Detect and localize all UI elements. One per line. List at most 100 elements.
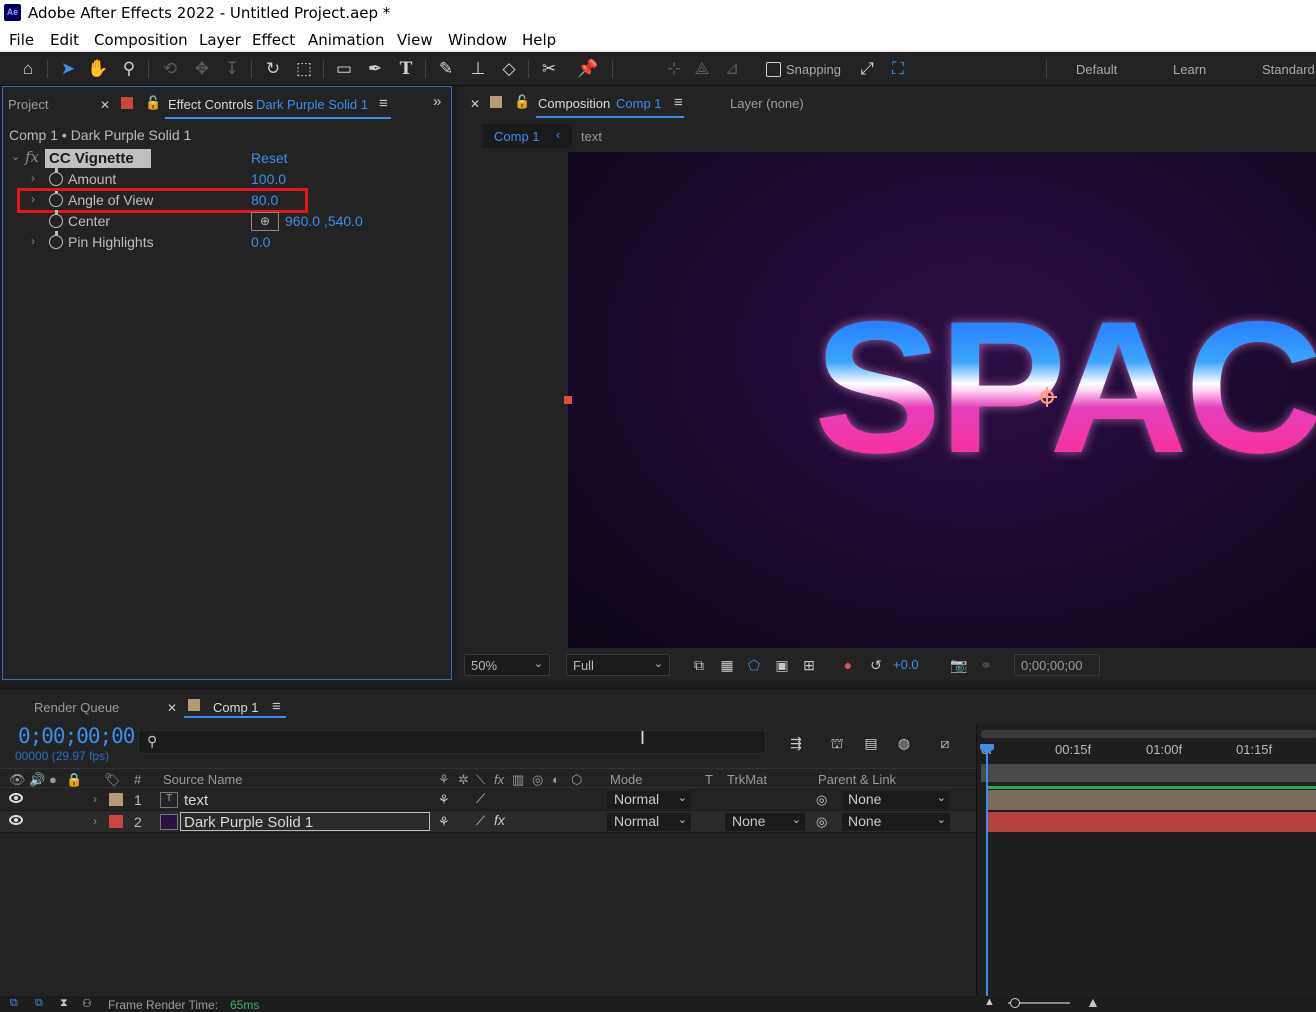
home-icon[interactable]: ⌂ (16, 58, 40, 80)
menu-view[interactable]: View (397, 31, 433, 49)
lock-icon[interactable]: 🔓 (145, 95, 161, 111)
layer-row[interactable]: › 1 T text ⚘ ⟋ Normal ⌄ ◎ None ⌄ (0, 789, 976, 811)
snapping-checkbox[interactable] (766, 62, 781, 77)
time-navigator[interactable] (981, 730, 1316, 738)
show-snapshot-icon[interactable]: ⚭ (977, 656, 995, 674)
collapse-switch-icon[interactable]: ✲ (458, 772, 469, 788)
zoom-tool-icon[interactable]: ⚲ (117, 58, 141, 80)
layer-switches-toggle-icon[interactable]: ⧉ (10, 997, 18, 1010)
time-graph[interactable]: 0f 00:15f 01:00f 01:15f (976, 724, 1316, 996)
column-source-name[interactable]: Source Name (163, 772, 242, 787)
panel-menu-icon[interactable]: ≡ (272, 698, 281, 715)
transfer-controls-toggle-icon[interactable]: ⧉ (35, 997, 43, 1010)
snap-features-icon[interactable]: ⛶ (886, 58, 910, 80)
panel-menu-icon[interactable]: ≡ (379, 95, 388, 112)
current-time-display[interactable]: 0;00;00;00 (1014, 654, 1100, 676)
tab-render-queue[interactable]: Render Queue (34, 700, 119, 715)
color-channels-icon[interactable]: ● (839, 656, 857, 674)
pen-tool-icon[interactable]: ✒ (363, 58, 387, 80)
workspace-default[interactable]: Default (1076, 62, 1117, 77)
layer-duration-bar-solid[interactable] (987, 812, 1316, 832)
frame-blend-switch-icon[interactable]: ▥ (512, 772, 524, 788)
tab-comp-name[interactable]: Comp 1 (616, 96, 662, 111)
snap-edges-icon[interactable]: ⤢ (855, 58, 879, 80)
exposure-value[interactable]: +0.0 (893, 657, 919, 672)
mask-visibility-icon[interactable]: ⬠ (745, 656, 763, 674)
shy-icon[interactable]: ⚘ (438, 814, 450, 830)
selection-tool-icon[interactable]: ➤ (56, 58, 80, 80)
column-parent[interactable]: Parent & Link (818, 772, 896, 787)
view-axis-icon[interactable]: ⊿ (720, 58, 744, 80)
tab-effect-controls[interactable]: Effect Controls (168, 97, 253, 112)
panel-menu-icon[interactable]: ≡ (674, 94, 683, 111)
zoom-in-icon[interactable]: ▲ (1086, 994, 1100, 1010)
lock-icon[interactable]: 🔓 (514, 94, 530, 110)
pan-camera-icon[interactable]: ✥ (190, 58, 214, 80)
column-t[interactable]: T (705, 772, 713, 787)
rectangle-tool-icon[interactable]: ▭ (332, 58, 356, 80)
param-value-pin-highlights[interactable]: 0.0 (251, 234, 270, 250)
eye-icon[interactable] (9, 815, 23, 825)
collapse-effect-icon[interactable]: ⌄ (11, 150, 20, 163)
menu-window[interactable]: Window (448, 31, 507, 49)
anchor-point-icon[interactable] (1037, 387, 1057, 407)
transparency-grid-icon[interactable]: ▦ (718, 656, 736, 674)
parent-dropdown[interactable]: None ⌄ (842, 791, 950, 809)
resolution-dropdown[interactable]: Full ⌄ (566, 654, 670, 676)
dolly-camera-icon[interactable]: ↧ (220, 58, 244, 80)
column-mode[interactable]: Mode (610, 772, 643, 787)
fx-icon[interactable]: fx (494, 812, 505, 828)
layer-name[interactable]: text (184, 792, 208, 809)
reset-link[interactable]: Reset (251, 150, 288, 166)
close-tab-icon[interactable]: ✕ (470, 97, 480, 111)
effect-switch-icon[interactable]: fx (494, 772, 504, 787)
rotation-tool-icon[interactable]: ↻ (261, 58, 285, 80)
current-time-display[interactable]: 0;00;00;00 (18, 724, 135, 748)
breadcrumb-layer[interactable]: text (581, 129, 602, 144)
param-value-center[interactable]: 960.0 ,540.0 (285, 213, 363, 229)
tab-composition[interactable]: Composition (538, 96, 610, 111)
graph-editor-icon[interactable]: ⧄ (936, 734, 954, 752)
menu-help[interactable]: Help (522, 31, 556, 49)
work-area-bar[interactable] (981, 764, 1316, 782)
expand-arrow-icon[interactable]: › (93, 814, 97, 828)
workspace-learn[interactable]: Learn (1173, 62, 1206, 77)
quality-switch-icon[interactable]: ⟍ (476, 772, 485, 788)
trkmat-dropdown[interactable]: None ⌄ (725, 813, 805, 831)
composition-mini-flowchart-icon[interactable]: ⇶ (787, 734, 805, 752)
hand-tool-icon[interactable]: ✋ (86, 58, 110, 80)
layer-label-color[interactable] (109, 793, 123, 806)
region-of-interest-icon[interactable]: ▣ (773, 656, 791, 674)
expand-panels-icon[interactable]: » (433, 93, 441, 110)
label-tag-icon[interactable]: 🏷 (104, 772, 121, 788)
menu-edit[interactable]: Edit (50, 31, 79, 49)
fx-toggle-icon[interactable]: fx (25, 148, 39, 166)
point-picker-icon[interactable]: ⊕ (251, 212, 279, 231)
blend-mode-dropdown[interactable]: Normal ⌄ (607, 813, 691, 831)
clone-stamp-icon[interactable]: ⊥ (466, 58, 490, 80)
reset-exposure-icon[interactable]: ↺ (867, 656, 885, 674)
stopwatch-icon[interactable] (49, 231, 63, 249)
3d-layer-switch-icon[interactable]: ⬡ (571, 772, 582, 788)
quality-icon[interactable]: ⟋ (476, 791, 485, 807)
draft-3d-icon[interactable]: ⛫ (828, 734, 846, 752)
stopwatch-icon[interactable] (49, 168, 63, 186)
shy-switch-icon[interactable]: ⚘ (438, 772, 450, 788)
param-value-amount[interactable]: 100.0 (251, 171, 286, 187)
zoom-dropdown[interactable]: 50% ⌄ (464, 654, 550, 676)
close-tab-icon[interactable]: ✕ (167, 701, 177, 715)
layer-handle[interactable] (564, 396, 572, 404)
current-time-indicator[interactable] (986, 746, 988, 996)
frame-blending-icon[interactable]: ▤ (862, 734, 880, 752)
local-axis-icon[interactable]: ⊹ (662, 58, 686, 80)
expand-arrow-icon[interactable]: › (93, 792, 97, 806)
type-tool-icon[interactable]: T (394, 58, 418, 80)
close-tab-icon[interactable]: ✕ (100, 98, 110, 112)
eraser-tool-icon[interactable]: ◇ (497, 58, 521, 80)
brush-tool-icon[interactable]: ✎ (434, 58, 458, 80)
in-out-toggle-icon[interactable]: ⧗ (60, 997, 68, 1010)
orbit-camera-icon[interactable]: ⟲ (158, 58, 182, 80)
breadcrumb-comp[interactable]: Comp 1 (494, 129, 540, 144)
world-axis-icon[interactable]: ⟁ (690, 58, 714, 80)
quality-icon[interactable]: ⟋ (476, 813, 485, 829)
